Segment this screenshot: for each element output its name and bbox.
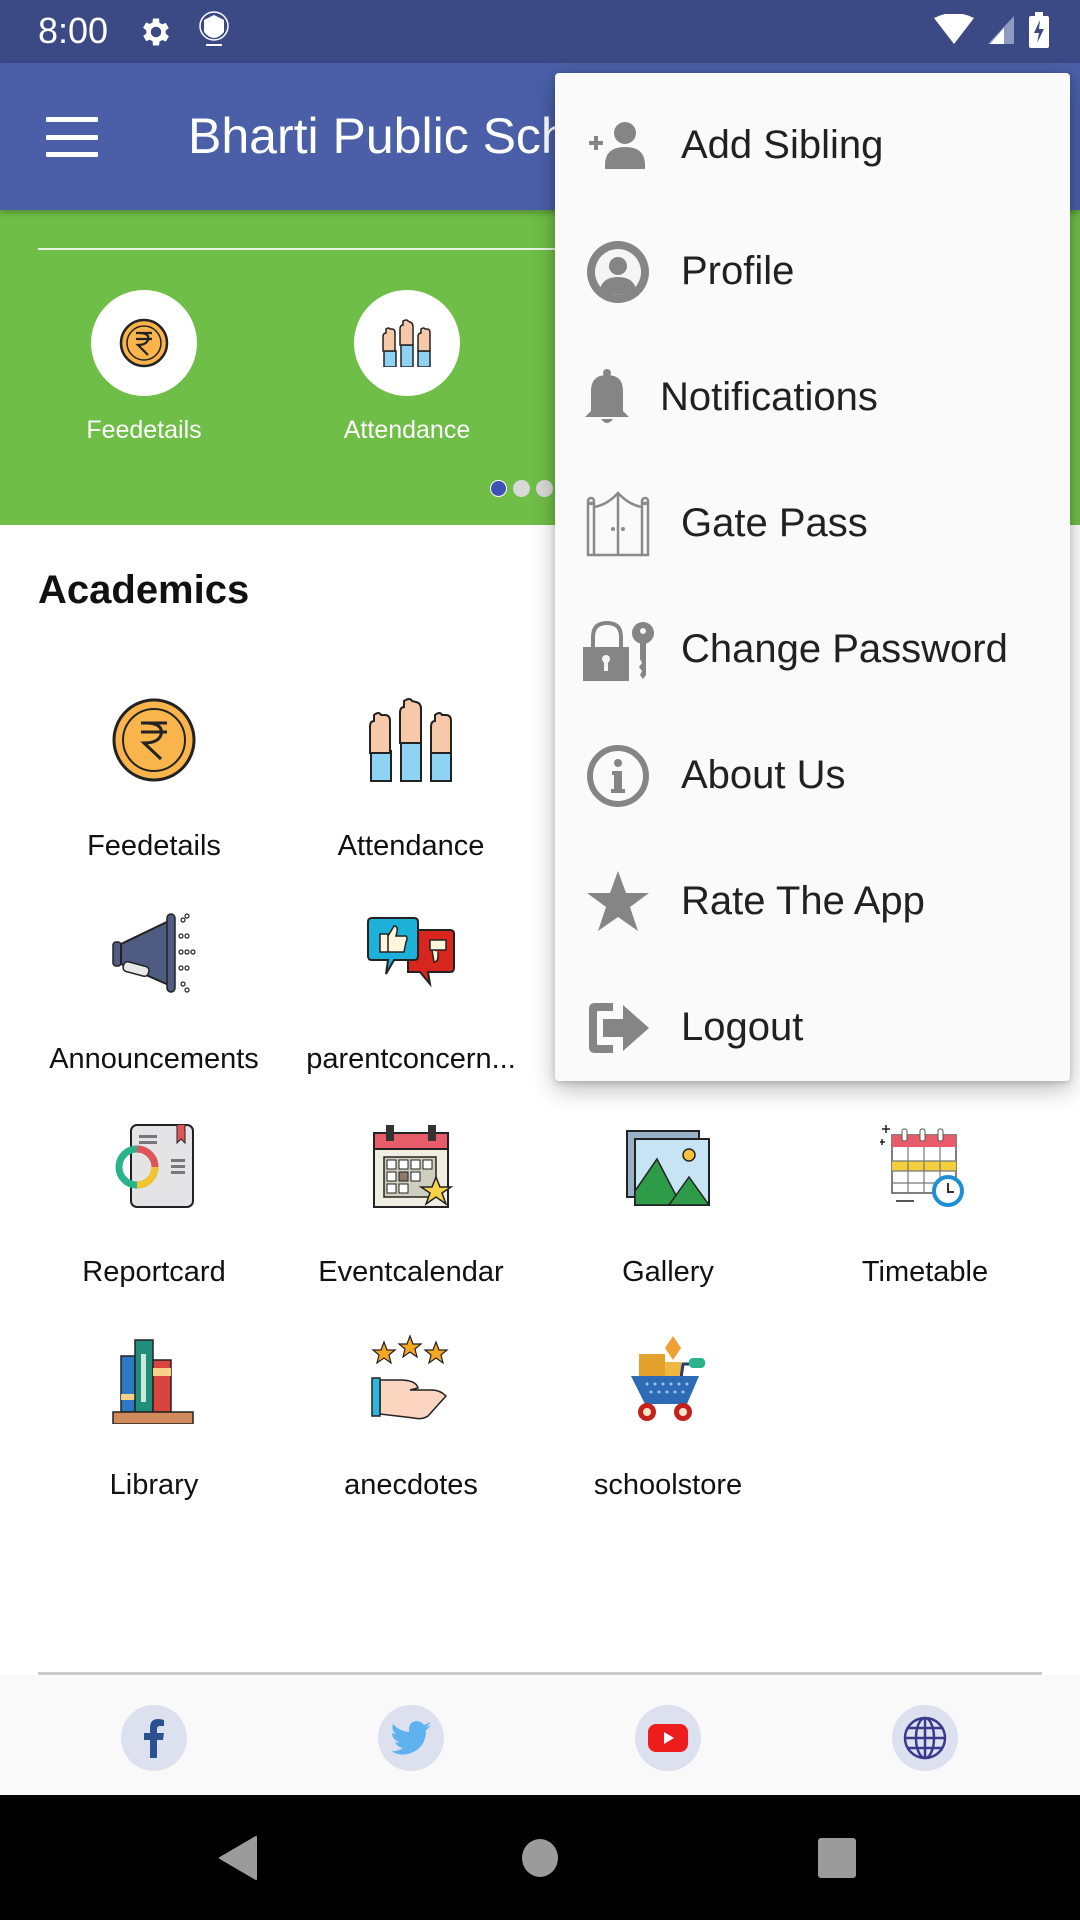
hamburger-icon[interactable] [46,117,98,157]
section-title-academics: Academics [38,568,250,612]
menu-label: Add Sibling [681,123,884,167]
grid-item-attendance[interactable]: Attendance [286,695,536,863]
gallery-icon [626,1130,711,1206]
overflow-menu: Add Sibling Profile Notifications Gate P… [555,73,1070,1081]
grid-label: Eventcalendar [318,1256,504,1288]
rupee-coin-icon [112,698,196,782]
rupee-coin-icon [119,318,169,368]
feedback-thumbs-icon [367,917,455,988]
grid-label: anecdotes [344,1469,478,1501]
menu-item-gate-pass[interactable]: Gate Pass [555,461,1070,587]
menu-item-profile[interactable]: Profile [555,209,1070,335]
facebook-icon [144,1719,164,1758]
stars-hand-icon [371,1334,449,1420]
twitter-icon [391,1721,431,1755]
grid-item-reportcard[interactable]: Reportcard [29,1121,279,1289]
banner-item-feedetails[interactable]: Feedetails [64,290,224,445]
shopping-cart-icon [631,1336,705,1421]
gear-icon [143,18,169,46]
grid-label: Library [109,1469,199,1501]
carousel-page-indicator [490,480,553,497]
menu-label: Rate The App [681,879,925,923]
grid-item-feedetails[interactable]: Feedetails [29,695,279,863]
menu-item-change-password[interactable]: Change Password [555,587,1070,713]
report-card-icon [115,1124,194,1208]
menu-item-notifications[interactable]: Notifications [555,335,1070,461]
website-button[interactable] [892,1705,958,1771]
twitter-button[interactable] [378,1705,444,1771]
grid-item-anecdotes[interactable]: anecdotes [286,1334,536,1502]
star-icon [587,871,649,931]
facebook-button[interactable] [121,1705,187,1771]
raised-hands-icon [382,319,431,367]
shield-icon [199,11,229,46]
recents-icon[interactable] [816,1835,858,1881]
bell-icon [585,369,629,423]
youtube-button[interactable] [635,1705,701,1771]
page-dot[interactable] [513,480,530,497]
grid-item-timetable[interactable]: Timetable [800,1121,1050,1289]
page-dot[interactable] [536,480,553,497]
event-calendar-icon [373,1125,454,1208]
menu-label: Profile [681,249,795,293]
timetable-icon [879,1125,964,1207]
banner-icon-circle [354,290,460,396]
banner-label: Feedetails [86,416,202,444]
lock-key-icon [583,620,654,681]
social-footer [0,1675,1080,1795]
status-icons [934,12,1050,48]
books-icon [112,1339,194,1425]
back-icon[interactable] [218,1835,258,1881]
menu-item-rate-the-app[interactable]: Rate The App [555,839,1070,965]
grid-item-parentconcern[interactable]: parentconcern... [286,908,536,1076]
grid-item-eventcalendar[interactable]: Eventcalendar [286,1121,536,1289]
menu-label: Gate Pass [681,501,868,545]
battery-charging-icon [1029,12,1049,48]
system-nav-bar [0,1795,1080,1920]
info-icon [587,745,649,807]
menu-item-logout[interactable]: Logout [555,965,1070,1091]
menu-label: Logout [681,1005,804,1049]
logout-icon [589,1003,649,1053]
banner-item-attendance[interactable]: Attendance [327,290,487,445]
add-person-icon [589,122,645,169]
globe-icon [903,1716,947,1760]
signal-icon [988,16,1014,44]
menu-item-about-us[interactable]: About Us [555,713,1070,839]
grid-item-schoolstore[interactable]: schoolstore [543,1334,793,1502]
page-dot-active[interactable] [490,480,507,497]
grid-item-announcements[interactable]: Announcements [29,908,279,1076]
status-time: 8:00 [38,10,109,51]
grid-label: schoolstore [593,1469,743,1501]
menu-label: About Us [681,753,846,797]
grid-label: Reportcard [82,1256,226,1288]
banner-icon-circle [91,290,197,396]
menu-label: Notifications [660,375,878,419]
gate-icon [586,491,650,557]
grid-label: Feedetails [87,830,221,862]
grid-label: parentconcern... [306,1043,516,1075]
home-icon[interactable] [520,1835,560,1881]
status-bar: 8:00 [0,0,1080,63]
youtube-icon [648,1724,688,1752]
grid-label: Announcements [49,1043,259,1075]
wifi-icon [934,14,974,44]
grid-label: Timetable [861,1256,989,1288]
grid-label: Attendance [337,830,485,862]
grid-label: Gallery [622,1256,714,1288]
raised-hands-icon [369,698,452,782]
megaphone-icon [112,913,196,993]
menu-label: Change Password [681,627,1008,671]
menu-item-add-sibling[interactable]: Add Sibling [555,83,1070,209]
grid-item-gallery[interactable]: Gallery [543,1121,793,1289]
profile-icon [587,241,649,303]
banner-label: Attendance [343,416,471,444]
grid-item-library[interactable]: Library [29,1334,279,1502]
